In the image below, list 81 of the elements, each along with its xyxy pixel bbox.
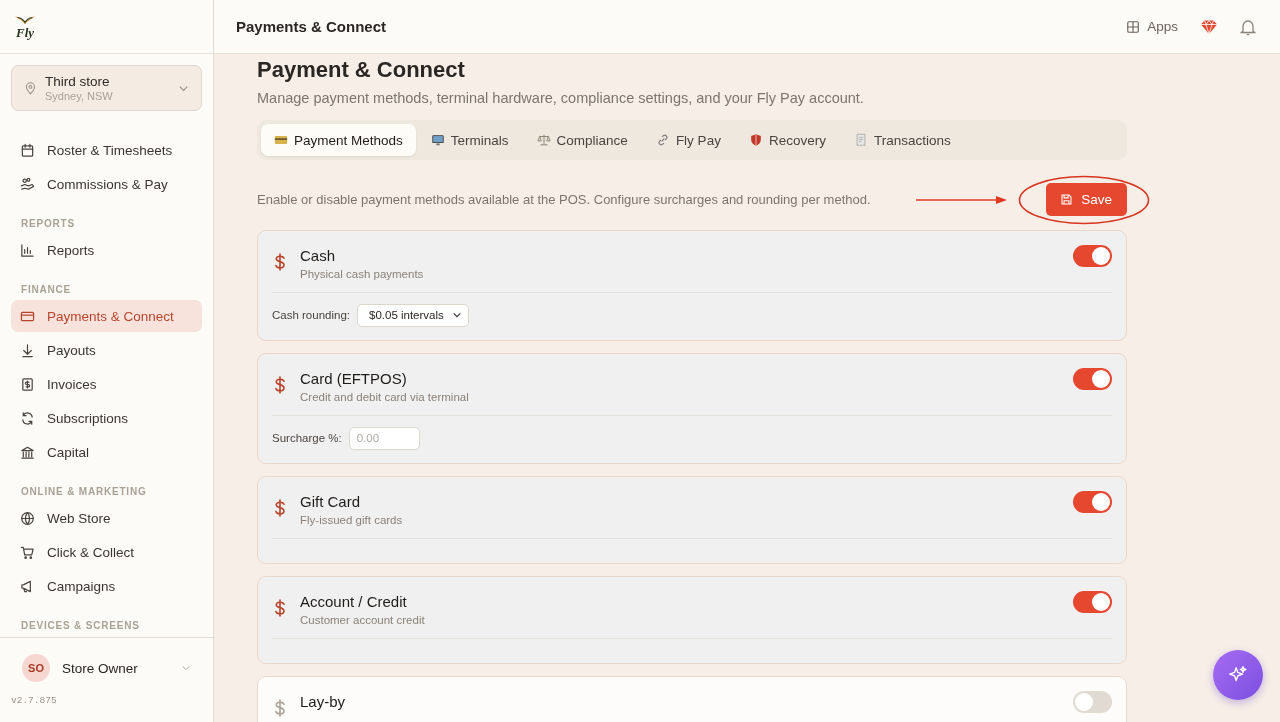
notification-bell-icon[interactable]	[1240, 17, 1256, 36]
store-selector[interactable]: Third store Sydney, NSW	[11, 65, 202, 111]
page-title: Payment & Connect	[257, 56, 466, 84]
save-button[interactable]: Save	[1046, 182, 1127, 216]
toggle-switch[interactable]	[1073, 691, 1112, 713]
toggle-switch[interactable]	[1073, 245, 1112, 267]
shield-icon	[748, 133, 763, 147]
card-icon	[274, 133, 288, 147]
refresh-icon	[20, 410, 35, 426]
tab[interactable]: Payment Methods	[261, 124, 416, 156]
toggle-switch[interactable]	[1073, 368, 1112, 390]
dollar-icon	[274, 253, 286, 271]
store-name: Third store	[45, 74, 111, 89]
nav-item[interactable]: Commissions & Pay	[11, 168, 202, 200]
chevron-down-icon	[181, 663, 191, 673]
tab[interactable]: Compliance	[523, 124, 641, 156]
toggle-switch[interactable]	[1073, 591, 1112, 613]
section-heading: DEVICES & SCREENS	[20, 619, 141, 633]
nav-item[interactable]: Reports	[11, 234, 202, 266]
calendar-icon	[20, 142, 35, 158]
invoice-icon	[20, 376, 35, 392]
avatar: SO	[22, 654, 50, 682]
section-heading: REPORTS	[20, 217, 76, 231]
tab[interactable]: Terminals	[417, 124, 522, 156]
bar-chart-icon	[20, 242, 35, 258]
tab[interactable]: Recovery	[735, 124, 839, 156]
nav-item[interactable]: Subscriptions	[11, 402, 202, 434]
cart-icon	[20, 544, 35, 560]
nav-item[interactable]: Invoices	[11, 368, 202, 400]
receipt-icon	[853, 133, 868, 147]
hand-coins-icon	[20, 176, 35, 192]
method-description: Fly-issued gift cards	[300, 514, 404, 526]
apps-button[interactable]: Apps	[1126, 19, 1178, 34]
chevron-down-icon	[451, 310, 462, 320]
method-name: Cash	[300, 246, 337, 266]
bank-icon	[20, 444, 35, 460]
method-name: Card (EFTPOS)	[300, 369, 408, 389]
version-label: v2.7.875	[11, 695, 58, 706]
ai-assistant-button[interactable]	[1213, 650, 1263, 700]
nav-item[interactable]: Web Store	[11, 502, 202, 534]
globe-icon	[20, 510, 35, 526]
download-icon	[20, 342, 35, 358]
monitor-icon	[430, 133, 445, 147]
surcharge-input[interactable]: 0.00	[348, 426, 420, 450]
method-name: Account / Credit	[300, 592, 408, 612]
scales-icon	[536, 133, 551, 147]
nav-item[interactable]: Capital	[11, 436, 202, 468]
intro-text: Enable or disable payment methods available at the POS. Configure surcharges and rounding per method.	[257, 191, 871, 207]
nav-item[interactable]: Payments & Connect	[11, 300, 202, 332]
method-name: Lay-by	[300, 692, 347, 712]
dollar-icon	[274, 699, 286, 717]
location-pin-icon	[24, 81, 37, 95]
method-name: Gift Card	[300, 492, 361, 512]
logo: Fly	[14, 14, 36, 39]
nav-item[interactable]: Payouts	[11, 334, 202, 366]
method-description: Customer account credit	[300, 614, 426, 626]
method-description: Credit and debit card via terminal	[300, 391, 470, 403]
grid-icon	[1126, 19, 1141, 34]
section-heading: FINANCE	[20, 283, 73, 297]
user-menu[interactable]: SO Store Owner	[22, 654, 191, 682]
dollar-icon	[274, 376, 286, 394]
user-name: Store Owner	[62, 660, 139, 676]
method-description: Physical cash payments	[300, 268, 425, 280]
toggle-switch[interactable]	[1073, 491, 1112, 513]
nav-item[interactable]: Click & Collect	[11, 536, 202, 568]
nav-item[interactable]: Roster & Timesheets	[11, 134, 202, 166]
rounding-select[interactable]: $0.05 intervals	[357, 303, 469, 327]
save-icon	[1060, 192, 1074, 206]
dollar-icon	[274, 499, 286, 517]
setting-label: Cash rounding:	[272, 309, 350, 321]
gem-icon[interactable]	[1200, 18, 1218, 35]
link-icon	[655, 133, 670, 147]
setting-label: Surcharge %:	[272, 432, 342, 444]
page-subtitle: Manage payment methods, terminal hardware, compliance settings, and your Fly Pay account.	[257, 89, 865, 108]
dollar-icon	[274, 599, 286, 617]
store-location: Sydney, NSW	[45, 90, 114, 102]
header-title: Payments & Connect	[236, 18, 387, 35]
nav-item[interactable]: Campaigns	[11, 570, 202, 602]
tab[interactable]: Fly Pay	[642, 124, 734, 156]
tab[interactable]: Transactions	[840, 124, 964, 156]
section-heading: ONLINE & MARKETING	[20, 485, 148, 499]
